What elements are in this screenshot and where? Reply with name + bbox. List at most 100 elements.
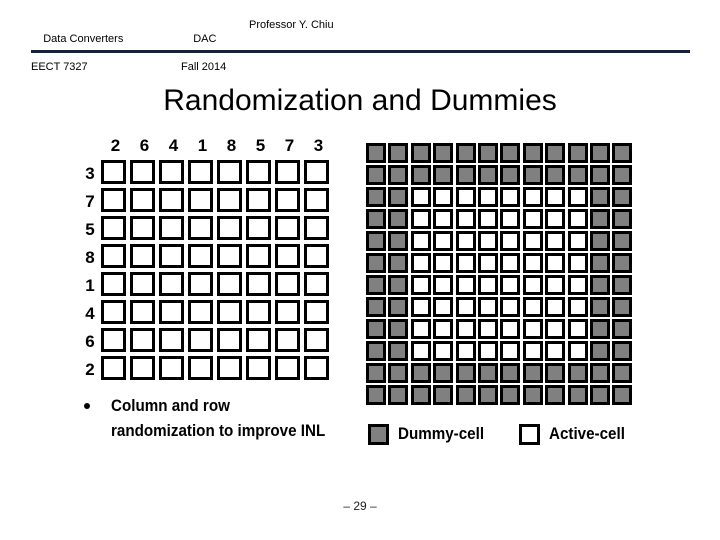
active-cell — [522, 275, 543, 295]
dummy-cell — [567, 143, 588, 163]
active-cell — [477, 209, 498, 229]
dummy-cell — [366, 319, 386, 339]
dummy-cell — [477, 385, 498, 405]
left-grid-row-headers: 3 7 5 8 1 4 6 2 — [80, 160, 100, 384]
grid-cell — [246, 356, 271, 380]
page-number: – 29 – — [343, 499, 377, 513]
dummy-cell — [366, 187, 386, 207]
dummy-cell — [500, 165, 521, 185]
dummy-cell — [455, 363, 476, 383]
dummy-cell — [366, 297, 386, 317]
dummy-cell — [366, 165, 386, 185]
grid-cell — [275, 160, 300, 184]
grid-cell — [304, 328, 329, 352]
left-grid-cells — [101, 160, 333, 384]
grid-cell — [101, 272, 126, 296]
active-cell — [500, 209, 521, 229]
dummy-cell — [388, 231, 409, 251]
grid-cell — [159, 188, 184, 212]
dummy-cell — [366, 143, 386, 163]
dummy-cell — [388, 165, 409, 185]
grid-cell — [275, 188, 300, 212]
dummy-cell — [612, 209, 633, 229]
dummy-cell — [612, 275, 633, 295]
left-grid-row-header: 3 — [85, 164, 95, 183]
active-cell — [500, 341, 521, 361]
header-instructor: Professor Y. Chiu — [249, 19, 334, 31]
grid-cell — [304, 216, 329, 240]
dummy-cell — [410, 165, 431, 185]
dummy-cell — [388, 385, 409, 405]
left-grid-row-header: 2 — [85, 360, 95, 379]
active-cell — [500, 319, 521, 339]
dummy-cell — [366, 209, 386, 229]
grid-cell — [217, 188, 242, 212]
active-cell — [522, 187, 543, 207]
grid-cell — [217, 300, 242, 324]
dummy-cell — [388, 143, 409, 163]
grid-cell — [188, 300, 213, 324]
left-grid-row-header: 4 — [85, 304, 95, 323]
grid-cell — [101, 188, 126, 212]
dummy-cell — [410, 363, 431, 383]
active-cell — [455, 209, 476, 229]
dummy-cell — [612, 253, 633, 273]
dummy-cell — [567, 363, 588, 383]
active-cell — [410, 187, 431, 207]
grid-cell — [101, 328, 126, 352]
dummy-cell — [589, 165, 610, 185]
grid-cell — [246, 300, 271, 324]
grid-cell — [159, 244, 184, 268]
legend-label-active: Active-cell — [549, 425, 625, 443]
dummy-cell — [366, 341, 386, 361]
left-grid-column-header: 7 — [284, 136, 295, 155]
grid-cell — [188, 188, 213, 212]
dummy-cell — [545, 385, 566, 405]
grid-cell — [275, 328, 300, 352]
active-cell — [477, 297, 498, 317]
active-cell — [522, 231, 543, 251]
bullet-text: Column and row randomization to improve … — [111, 397, 326, 440]
grid-cell — [246, 216, 271, 240]
grid-cell — [159, 300, 184, 324]
active-cell — [567, 209, 588, 229]
grid-cell — [275, 244, 300, 268]
slide-header: Data Converters EECT 7327 DAC Fall 2014 … — [31, 18, 691, 73]
active-cell — [433, 231, 454, 251]
grid-cell — [246, 244, 271, 268]
page-title: Randomization and Dummies — [163, 84, 557, 118]
header-event: DAC — [193, 33, 217, 45]
left-grid-row-header: 1 — [85, 276, 95, 295]
grid-cell — [217, 272, 242, 296]
dummy-cell — [388, 187, 409, 207]
active-cell — [567, 231, 588, 251]
active-cell — [567, 187, 588, 207]
active-cell — [567, 253, 588, 273]
grid-cell — [188, 272, 213, 296]
grid-cell — [188, 244, 213, 268]
active-cell — [477, 319, 498, 339]
active-cell — [567, 297, 588, 317]
grid-cell — [101, 244, 126, 268]
active-cell — [477, 187, 498, 207]
dummy-cell — [589, 297, 610, 317]
grid-cell — [217, 356, 242, 380]
header-course-code: EECT 7327 — [31, 61, 88, 73]
grid-cell — [246, 160, 271, 184]
grid-cell — [101, 216, 126, 240]
dummy-cell — [567, 165, 588, 185]
header-divider-rule — [31, 50, 690, 53]
grid-cell — [246, 272, 271, 296]
active-cell — [410, 209, 431, 229]
dummy-cell — [388, 341, 409, 361]
active-cell — [455, 231, 476, 251]
dummy-cell — [612, 385, 633, 405]
active-cell — [433, 319, 454, 339]
active-cell — [433, 187, 454, 207]
dummy-cell — [589, 187, 610, 207]
dummy-cell — [589, 253, 610, 273]
active-cell — [545, 231, 566, 251]
grid-cell — [217, 244, 242, 268]
dummy-cell — [589, 231, 610, 251]
dummy-cell — [612, 143, 633, 163]
